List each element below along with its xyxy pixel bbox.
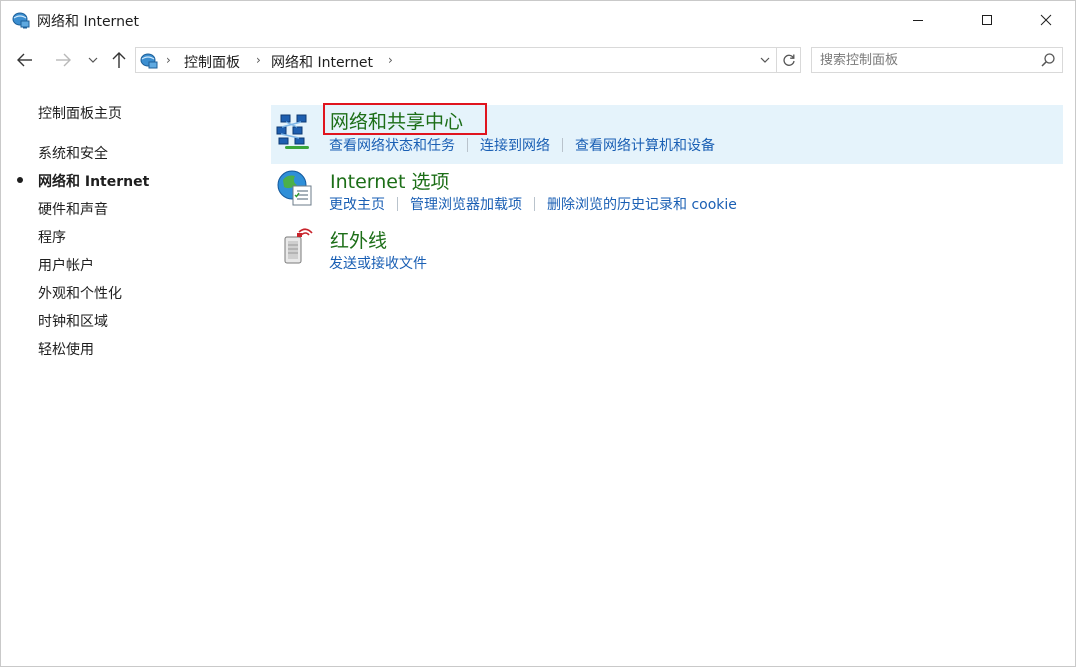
link-divider — [397, 197, 398, 211]
minimize-icon — [913, 20, 923, 21]
category-internet-options: Internet 选项 更改主页 管理浏览器加载项 删除浏览的历史记录和 coo… — [271, 165, 1063, 223]
network-sharing-icon — [276, 114, 309, 149]
sidebar-control-panel-home[interactable]: 控制面板主页 — [38, 103, 122, 123]
address-bar[interactable]: › 控制面板 › 网络和 Internet › — [135, 47, 777, 73]
sidebar-item-user-accounts[interactable]: 用户帐户 — [38, 255, 94, 275]
control-panel-icon — [140, 53, 158, 69]
chevron-down-icon — [88, 57, 98, 63]
category-links: 更改主页 管理浏览器加载项 删除浏览的历史记录和 cookie — [329, 194, 737, 214]
forward-button[interactable] — [51, 48, 75, 72]
link-view-network-computers[interactable]: 查看网络计算机和设备 — [575, 135, 715, 155]
sidebar-item-hardware-sound[interactable]: 硬件和声音 — [38, 199, 108, 219]
close-icon — [1040, 14, 1052, 26]
internet-options-icon — [277, 170, 312, 206]
maximize-icon — [982, 15, 992, 25]
category-links: 发送或接收文件 — [329, 253, 427, 273]
sidebar-item-system-security[interactable]: 系统和安全 — [38, 143, 108, 163]
back-button[interactable] — [13, 48, 37, 72]
refresh-icon — [782, 54, 795, 66]
category-title-infrared[interactable]: 红外线 — [330, 226, 387, 253]
maximize-button[interactable] — [964, 1, 1010, 39]
arrow-left-icon — [17, 53, 32, 67]
breadcrumb-chevron-icon[interactable]: › — [388, 53, 393, 67]
arrow-right-icon — [56, 53, 71, 67]
control-panel-window: 网络和 Internet › 控制面板 › 网络和 Internet › 搜索控… — [0, 0, 1076, 667]
arrow-up-icon — [112, 52, 126, 68]
link-divider — [467, 138, 468, 152]
category-links: 查看网络状态和任务 连接到网络 查看网络计算机和设备 — [329, 135, 715, 155]
chevron-down-icon — [760, 57, 770, 63]
search-icon[interactable] — [1040, 52, 1056, 68]
breadcrumb-chevron-icon[interactable]: › — [166, 53, 171, 67]
close-button[interactable] — [1023, 1, 1069, 39]
category-title-network-sharing-center[interactable]: 网络和共享中心 — [330, 107, 463, 134]
address-dropdown-button[interactable] — [754, 48, 776, 72]
link-manage-browser-addons[interactable]: 管理浏览器加载项 — [410, 194, 522, 214]
recent-locations-button[interactable] — [83, 48, 103, 72]
sidebar-item-clock-region[interactable]: 时钟和区域 — [38, 311, 108, 331]
minimize-button[interactable] — [895, 1, 941, 39]
window-title: 网络和 Internet — [37, 14, 140, 30]
link-view-network-status[interactable]: 查看网络状态和任务 — [329, 135, 455, 155]
network-globe-icon — [12, 12, 30, 29]
category-network-sharing-center: 网络和共享中心 查看网络状态和任务 连接到网络 查看网络计算机和设备 — [271, 103, 1063, 164]
link-connect-to-network[interactable]: 连接到网络 — [480, 135, 550, 155]
infrared-icon — [284, 228, 313, 264]
up-button[interactable] — [107, 48, 131, 72]
breadcrumb-network-internet[interactable]: 网络和 Internet — [271, 52, 373, 72]
link-delete-browsing-history[interactable]: 删除浏览的历史记录和 cookie — [547, 194, 737, 214]
active-bullet-icon — [17, 177, 23, 183]
sidebar-item-network-internet[interactable]: 网络和 Internet — [38, 171, 149, 191]
search-input[interactable] — [812, 48, 1040, 72]
sidebar-item-programs[interactable]: 程序 — [38, 227, 66, 247]
breadcrumb-chevron-icon[interactable]: › — [256, 53, 261, 67]
category-title-internet-options[interactable]: Internet 选项 — [330, 167, 449, 194]
title-bar: 网络和 Internet — [1, 1, 1075, 39]
link-divider — [534, 197, 535, 211]
sidebar-item-ease-of-access[interactable]: 轻松使用 — [38, 339, 94, 359]
link-send-receive-files[interactable]: 发送或接收文件 — [329, 253, 427, 273]
refresh-button[interactable] — [777, 47, 801, 73]
sidebar-item-appearance[interactable]: 外观和个性化 — [38, 283, 122, 303]
category-infrared: 红外线 发送或接收文件 — [271, 224, 1063, 280]
search-box — [811, 47, 1063, 73]
breadcrumb-control-panel[interactable]: 控制面板 — [184, 52, 240, 72]
link-change-home-page[interactable]: 更改主页 — [329, 194, 385, 214]
link-divider — [562, 138, 563, 152]
